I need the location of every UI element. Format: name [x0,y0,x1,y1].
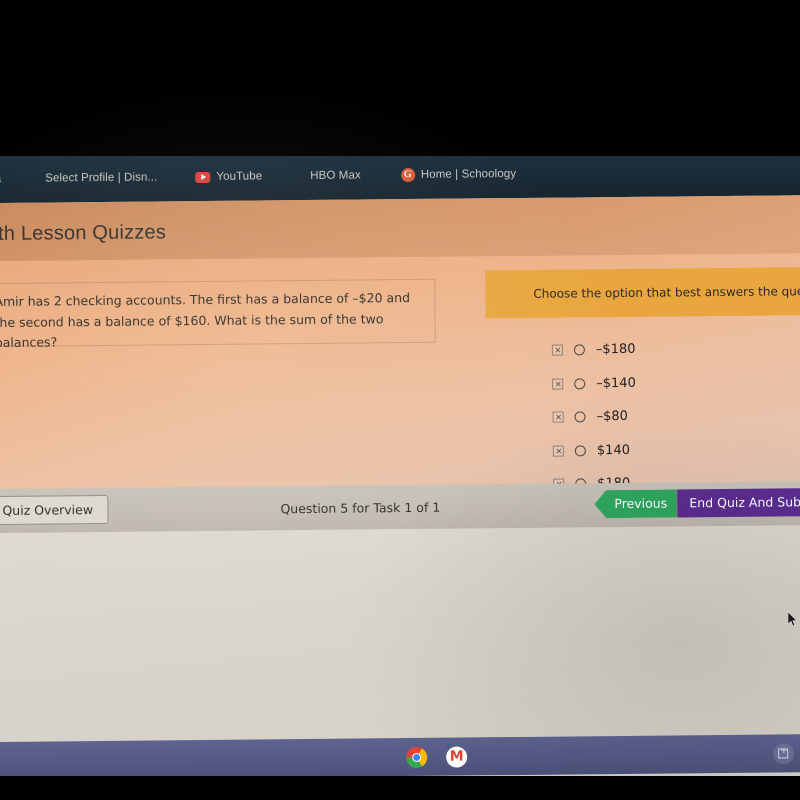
bookmark-label: HBO Max [310,169,361,182]
bookmark-item-youtube[interactable]: YouTube [195,170,262,183]
answer-option-row[interactable]: –$80 [552,400,636,434]
answer-option-label: –$180 [595,342,636,358]
answer-option-row[interactable]: –$140 [552,366,636,400]
quiz-overview-button[interactable]: Quiz Overview [0,494,109,526]
answer-option-row[interactable]: –$180 [551,333,636,367]
answer-prompt-text: Choose the option that best answers the … [533,284,800,301]
photo-of-laptop-screen: na Select Profile | Disn... YouTube HBO … [0,0,800,800]
screen-bezel-top [0,0,800,156]
bookmark-label: na [0,173,1,185]
window-switcher-icon[interactable] [773,743,795,765]
mouse-cursor [788,612,797,627]
screen-bezel-bottom [0,776,800,800]
radio-button[interactable] [574,445,586,457]
answer-option-label: –$80 [596,409,628,425]
answer-options-list: –$180 –$140 –$80 $140 [551,333,637,501]
bookmark-item-schoology[interactable]: G Home | Schoology [400,167,517,183]
chrome-icon[interactable] [406,746,428,769]
previous-button[interactable]: Previous [594,489,681,518]
quiz-page: ath Lesson Quizzes Amir has 2 checking a… [0,195,800,795]
radio-button[interactable] [574,411,586,423]
answer-option-label: $140 [596,442,631,458]
bookmark-item-select-profile[interactable]: Select Profile | Disn... [45,171,157,184]
radio-button[interactable] [574,378,586,390]
x-box-icon[interactable] [551,344,563,356]
x-box-icon[interactable] [552,411,564,423]
bookmark-label: YouTube [216,170,263,183]
answer-option-label: –$140 [596,375,636,391]
answer-prompt-band: Choose the option that best answers the … [485,267,800,319]
bookmark-label: Home | Schoology [420,167,517,181]
question-text: Amir has 2 checking accounts. The first … [0,290,411,351]
os-taskbar: M [0,734,800,780]
schoology-g-icon: G [400,167,415,183]
radio-button[interactable] [573,344,585,356]
answer-option-row[interactable]: $140 [552,433,637,467]
laptop-screen-content: na Select Profile | Disn... YouTube HBO … [0,147,800,795]
gmail-icon[interactable]: M [446,746,468,768]
page-title: ath Lesson Quizzes [0,221,167,246]
x-box-icon[interactable] [552,445,564,457]
bookmark-item-cutoff[interactable]: na [0,173,1,185]
quiz-footer-toolbar: Quiz Overview Question 5 for Task 1 of 1… [0,481,800,533]
quiz-content-area: Amir has 2 checking accounts. The first … [0,253,800,491]
youtube-icon [195,171,211,183]
question-box: Amir has 2 checking accounts. The first … [0,278,436,350]
x-box-icon[interactable] [552,378,564,390]
bookmark-item-hbo-max[interactable]: HBO Max [310,169,361,181]
end-quiz-and-submit-button[interactable]: End Quiz And Submi [676,488,800,518]
question-counter: Question 5 for Task 1 of 1 [280,499,441,517]
bookmark-label: Select Profile | Disn... [45,171,158,185]
